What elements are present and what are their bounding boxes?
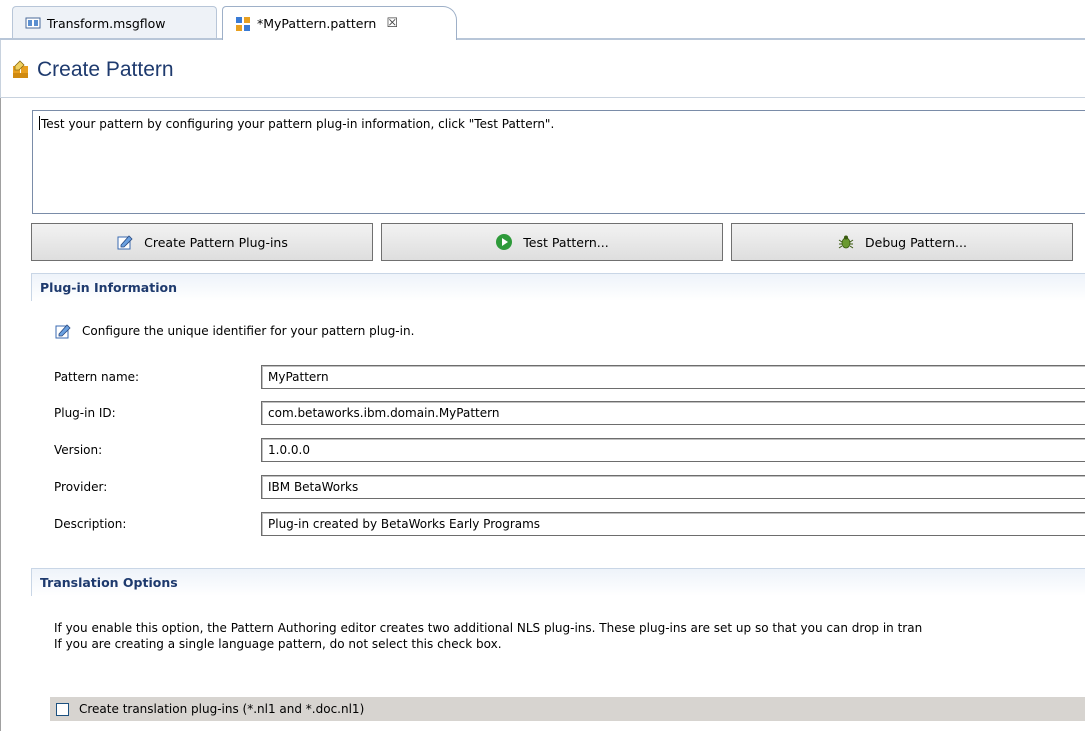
pattern-icon — [235, 16, 251, 32]
tab-mypattern-pattern[interactable]: *MyPattern.pattern ☒ — [222, 6, 457, 40]
pattern-name-row: Pattern name: — [54, 365, 1085, 389]
translation-checkbox-row[interactable]: Create translation plug-ins (*.nl1 and *… — [50, 697, 1085, 721]
pattern-name-field[interactable] — [261, 365, 1085, 389]
plugin-info-hint: Configure the unique identifier for your… — [54, 322, 414, 340]
description-field[interactable] — [261, 512, 1085, 536]
tab-label: *MyPattern.pattern — [257, 16, 377, 31]
instructions-text-area[interactable]: Test your pattern by configuring your pa… — [32, 110, 1085, 214]
hint-text: Configure the unique identifier for your… — [82, 324, 415, 338]
tab-label: Transform.msgflow — [47, 15, 166, 31]
tab-transform-msgflow[interactable]: Transform.msgflow — [12, 6, 217, 39]
debug-pattern-button[interactable]: Debug Pattern... — [731, 223, 1073, 261]
field-label: Provider: — [54, 480, 108, 494]
field-label: Pattern name: — [54, 370, 140, 384]
provider-row: Provider: — [54, 475, 1085, 499]
text-caret — [39, 116, 40, 130]
msgflow-icon — [25, 15, 41, 31]
field-label: Plug-in ID: — [54, 406, 116, 420]
close-icon[interactable]: ☒ — [386, 16, 398, 31]
bug-icon — [837, 233, 855, 251]
version-field[interactable] — [261, 438, 1085, 462]
button-label: Test Pattern... — [523, 234, 609, 250]
field-label: Version: — [54, 443, 103, 457]
divider — [0, 97, 1085, 98]
editor-tab-bar: Transform.msgflow *MyPattern.pattern ☒ — [0, 0, 1085, 40]
test-pattern-button[interactable]: Test Pattern... — [381, 223, 723, 261]
button-label: Create Pattern Plug-ins — [144, 234, 288, 250]
instructions-text: Test your pattern by configuring your pa… — [41, 117, 555, 131]
plugin-edit-icon — [54, 322, 72, 340]
translation-line-1: If you enable this option, the Pattern A… — [54, 621, 923, 635]
run-icon — [495, 233, 513, 251]
page-title: Create Pattern — [11, 58, 174, 82]
form-header: Create Pattern — [0, 40, 1085, 98]
translation-line-2: If you are creating a single language pa… — [54, 637, 502, 651]
version-row: Version: — [54, 438, 1085, 462]
button-label: Debug Pattern... — [865, 234, 967, 250]
checkbox-label: Create translation plug-ins (*.nl1 and *… — [79, 702, 365, 716]
section-translation-options[interactable]: Translation Options — [31, 568, 1085, 596]
plugin-id-row: Plug-in ID: — [54, 401, 1085, 425]
plugin-id-field[interactable] — [261, 401, 1085, 425]
translation-checkbox[interactable] — [56, 702, 69, 716]
plugin-edit-icon — [116, 233, 134, 251]
create-pattern-icon — [11, 60, 31, 80]
section-plugin-information[interactable]: Plug-in Information — [31, 273, 1085, 301]
provider-field[interactable] — [261, 475, 1085, 499]
section-heading: Plug-in Information — [40, 280, 177, 295]
form-title-text: Create Pattern — [37, 58, 174, 81]
description-row: Description: — [54, 512, 1085, 536]
field-label: Description: — [54, 517, 127, 531]
create-pattern-plugins-button[interactable]: Create Pattern Plug-ins — [31, 223, 373, 261]
editor-border — [0, 98, 1, 731]
translation-description: If you enable this option, the Pattern A… — [54, 620, 922, 652]
section-heading: Translation Options — [40, 575, 178, 590]
